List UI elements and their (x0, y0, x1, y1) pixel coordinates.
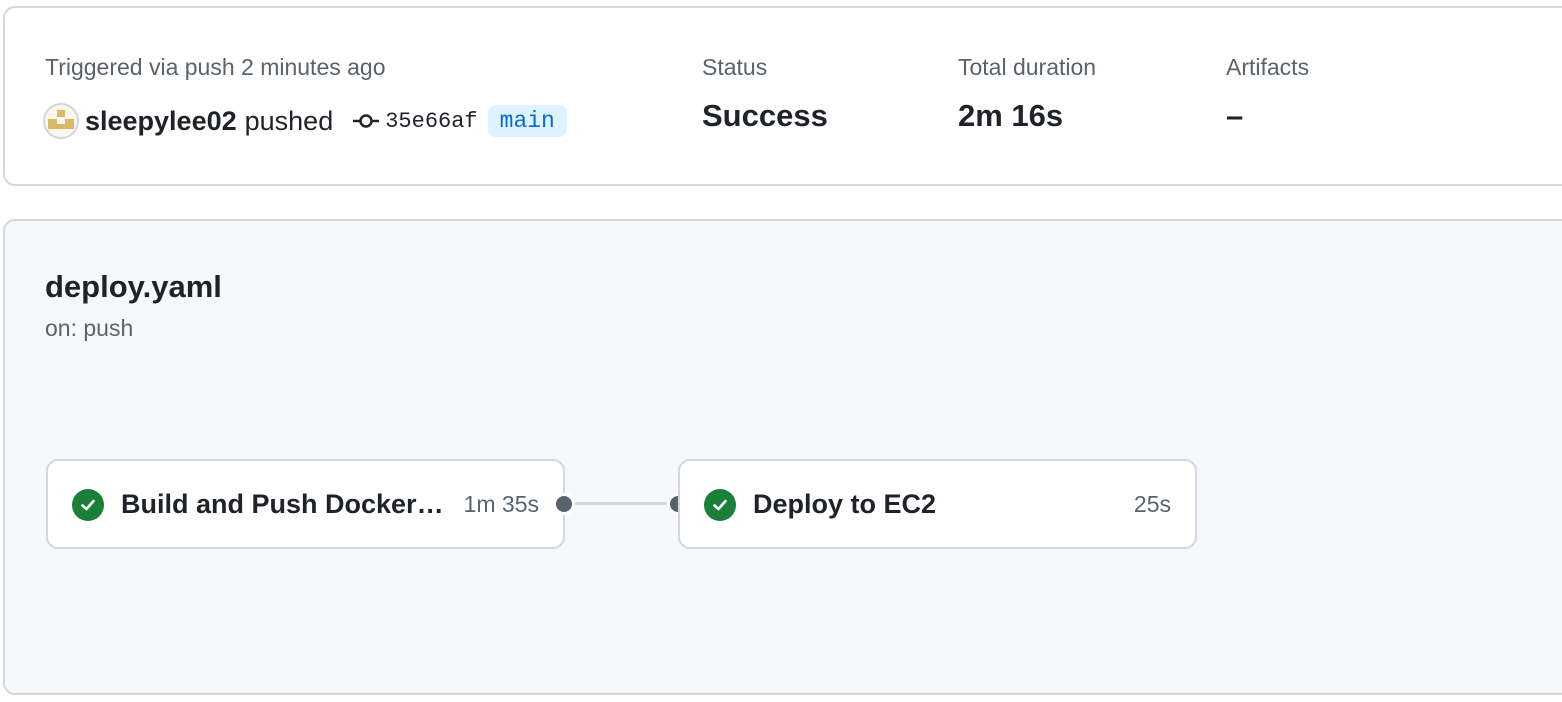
workflow-file-name: deploy.yaml (45, 269, 222, 304)
workflow-trigger: on: push (45, 315, 134, 341)
run-summary-card: Triggered via push 2 minutes ago sleepyl… (3, 6, 1562, 186)
commit-sha-link[interactable]: 35e66af (385, 109, 477, 134)
trigger-text: Triggered via push 2 minutes ago (45, 54, 386, 80)
artifacts-label: Artifacts (1226, 54, 1310, 80)
status-label: Status (702, 54, 768, 80)
duration-value: 2m 16s (958, 98, 1064, 133)
job-name: Build and Push Docker Image (121, 489, 451, 519)
job-output-node (553, 493, 575, 515)
artifacts-value: – (1226, 98, 1244, 133)
duration-label: Total duration (958, 54, 1097, 80)
workflow-graph-panel: deploy.yaml on: push Build and Push Dock… (3, 219, 1562, 695)
job-duration: 1m 35s (463, 491, 539, 517)
status-value: Success (702, 98, 828, 133)
job-name: Deploy to EC2 (753, 489, 937, 519)
branch-badge[interactable]: main (487, 105, 567, 137)
job-connector-line (565, 502, 678, 505)
action-text: pushed (244, 105, 334, 136)
job-card-build[interactable]: Build and Push Docker Image 1m 35s (46, 459, 565, 549)
check-circle-icon (704, 489, 736, 521)
job-card-deploy[interactable]: Deploy to EC2 25s (678, 459, 1197, 549)
check-circle-icon (72, 489, 104, 521)
user-avatar[interactable] (43, 103, 79, 139)
actor-link[interactable]: sleepylee02 (85, 106, 237, 137)
git-commit-icon (353, 111, 380, 131)
job-duration: 25s (1133, 491, 1171, 517)
trigger-details: sleepylee02 pushed 35e66af main (43, 102, 567, 140)
